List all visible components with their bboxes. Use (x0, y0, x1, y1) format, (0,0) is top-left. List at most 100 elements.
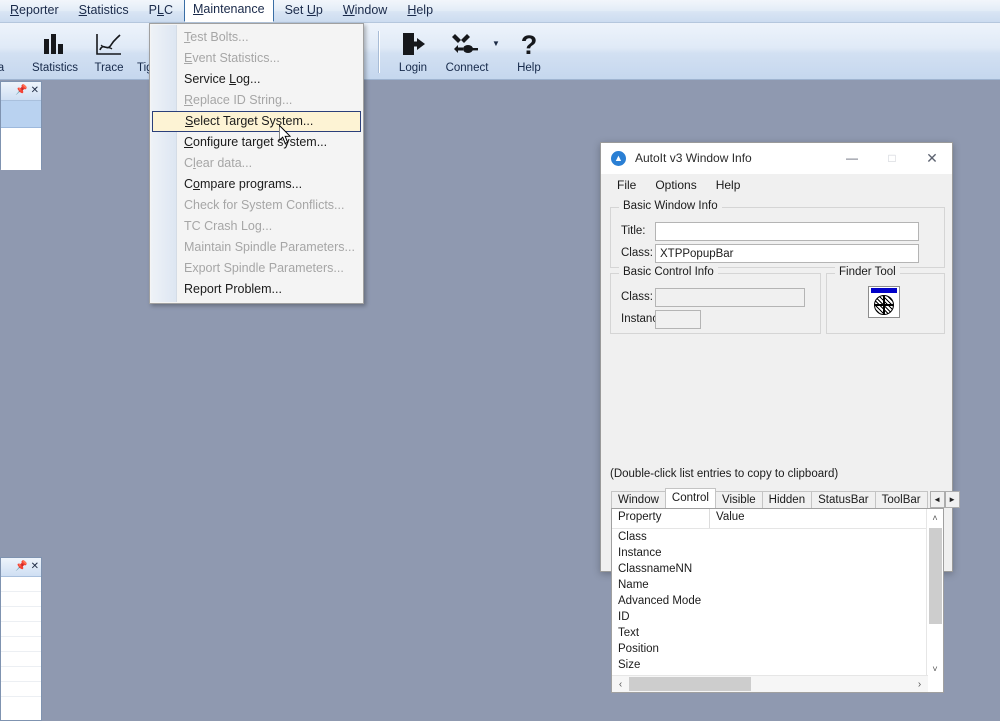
menu-item-configure-target-system[interactable]: Configure target system... (150, 132, 363, 153)
dock-panel-bottom-header: 📌 ✕ (1, 558, 41, 577)
toolbar-button-statistics[interactable]: Statistics (28, 24, 82, 76)
horizontal-scrollbar[interactable]: ‹ › (612, 675, 928, 692)
menu-plc[interactable]: PLC (140, 0, 182, 21)
autoit-title-bar[interactable]: ▲ AutoIt v3 Window Info — □ ✕ (601, 143, 952, 174)
column-header-value[interactable]: Value (710, 509, 745, 528)
table-row[interactable]: Name (612, 577, 943, 593)
window-class-field[interactable]: XTPPopupBar (655, 244, 919, 263)
window-title-field[interactable] (655, 222, 919, 241)
menu-item-export-spindle-parameters: Export Spindle Parameters... (184, 261, 344, 275)
scroll-right-icon[interactable]: › (911, 676, 928, 693)
menu-item-replace-id-string: Replace ID String... (184, 93, 293, 107)
menu-item-clear-data: Clear data... (184, 156, 253, 170)
close-icon[interactable]: ✕ (31, 562, 39, 572)
toolbar-button-help-label: Help (517, 62, 541, 74)
menu-help[interactable]: Help (398, 0, 442, 21)
tab-toolbar[interactable]: ToolBar (874, 491, 928, 508)
menu-statistics[interactable]: Statistics (70, 0, 138, 21)
autoit-menu-file[interactable]: File (609, 176, 644, 194)
toolbar-button-trace-label: Trace (94, 62, 124, 74)
tab-scroll-right-icon[interactable]: ► (944, 491, 960, 508)
menu-item-report-problem[interactable]: Report Problem... (150, 279, 363, 300)
column-header-property[interactable]: Property (612, 509, 710, 528)
toolbar-button-partial[interactable]: a (0, 24, 28, 76)
table-row[interactable]: Position (612, 641, 943, 657)
list-item[interactable] (1, 607, 41, 622)
tab-scroll-left-icon[interactable]: ◄ (929, 491, 945, 508)
list-hint-text: (Double-click list entries to copy to cl… (610, 468, 839, 480)
autoit-menu-help[interactable]: Help (708, 176, 749, 194)
scroll-left-icon[interactable]: ‹ (612, 676, 629, 693)
list-item[interactable] (1, 637, 41, 652)
list-item[interactable] (1, 592, 41, 607)
menu-item-service-log[interactable]: Service Log... (150, 69, 363, 90)
toolbar-button-statistics-label: Statistics (31, 62, 78, 74)
menu-item-check-system-conflicts: Check for System Conflicts... (184, 198, 345, 212)
toolbar-group-right: Login Connect ▼ ? Help (372, 24, 556, 76)
basic-window-info-label: Basic Window Info (619, 200, 722, 212)
dock-panel-top[interactable]: 📌 ✕ (0, 81, 42, 170)
control-properties-list[interactable]: Property Value Class Instance ClassnameN… (611, 508, 944, 693)
menu-item-select-target-system[interactable]: Select Target System... (152, 111, 361, 132)
toolbar-button-help[interactable]: ? Help (502, 24, 556, 76)
pin-icon[interactable]: 📌 (15, 86, 27, 96)
list-item[interactable] (1, 682, 41, 697)
table-row[interactable]: Text (612, 625, 943, 641)
toolbar-button-partial-label: a (0, 62, 5, 74)
tab-control[interactable]: Control (664, 488, 716, 508)
menu-item-event-statistics: Event Statistics... (184, 51, 280, 65)
list-item[interactable] (1, 622, 41, 637)
table-row[interactable]: Instance (612, 545, 943, 561)
close-icon[interactable]: ✕ (31, 86, 39, 96)
menu-reporter[interactable]: Reporter (1, 0, 68, 21)
menu-window[interactable]: Window (334, 0, 396, 21)
dock-panel-top-selected-row[interactable] (1, 101, 41, 128)
tab-visible-text[interactable]: Visible Text (714, 491, 763, 523)
basic-control-info-label: Basic Control Info (619, 266, 718, 278)
pin-icon[interactable]: 📌 (15, 562, 27, 572)
toolbar-button-login[interactable]: Login (386, 24, 440, 76)
scroll-down-icon[interactable]: ˅ (927, 660, 943, 677)
dock-panel-bottom[interactable]: 📌 ✕ (0, 557, 42, 721)
maximize-icon[interactable]: □ (872, 143, 912, 173)
finder-title-bar (871, 288, 897, 293)
menu-bar: Reporter Statistics PLC Maintenance Set … (0, 0, 1000, 23)
table-row[interactable]: Advanced Mode (612, 593, 943, 609)
menu-maintenance[interactable]: Maintenance (184, 0, 274, 22)
menu-setup[interactable]: Set Up (276, 0, 332, 21)
vertical-scrollbar[interactable]: ˄ ˅ (926, 509, 943, 677)
table-row[interactable]: Class (612, 529, 943, 545)
table-row[interactable]: Size (612, 657, 943, 673)
control-instance-field[interactable] (655, 310, 701, 329)
autoit-logo-icon: ▲ (611, 150, 626, 166)
horizontal-scrollbar-thumb[interactable] (629, 677, 751, 691)
autoit-window-title: AutoIt v3 Window Info (635, 151, 752, 165)
control-class-field[interactable] (655, 288, 805, 307)
finder-target-icon[interactable] (868, 286, 900, 318)
autoit-menu-bar: File Options Help (601, 174, 952, 196)
scroll-up-icon[interactable]: ˄ (927, 509, 943, 526)
list-item[interactable] (1, 667, 41, 682)
finder-crosshair (874, 295, 894, 315)
list-item[interactable] (1, 577, 41, 592)
tab-window[interactable]: Window (611, 491, 666, 508)
close-icon[interactable]: ✕ (912, 143, 952, 173)
chevron-down-icon[interactable]: ▼ (492, 39, 500, 48)
minimize-icon[interactable]: — (832, 143, 872, 173)
svg-text:?: ? (521, 31, 538, 59)
toolbar-button-connect-label: Connect (445, 62, 489, 74)
window-class-label: Class: (621, 247, 653, 259)
login-door-icon (399, 30, 427, 60)
menu-item-compare-programs[interactable]: Compare programs... (150, 174, 363, 195)
table-row[interactable]: ID (612, 609, 943, 625)
tab-hidden-text[interactable]: Hidden Text (761, 491, 813, 523)
tab-scroll-buttons: ◄ ► (929, 491, 960, 508)
table-row[interactable]: ClassnameNN (612, 561, 943, 577)
toolbar-button-connect[interactable]: Connect (440, 24, 494, 76)
bar-chart-icon (42, 30, 68, 60)
tab-statusbar[interactable]: StatusBar (811, 491, 876, 508)
toolbar-button-trace[interactable]: Trace (82, 24, 136, 76)
vertical-scrollbar-thumb[interactable] (929, 528, 942, 624)
autoit-menu-options[interactable]: Options (647, 176, 704, 194)
list-item[interactable] (1, 652, 41, 667)
